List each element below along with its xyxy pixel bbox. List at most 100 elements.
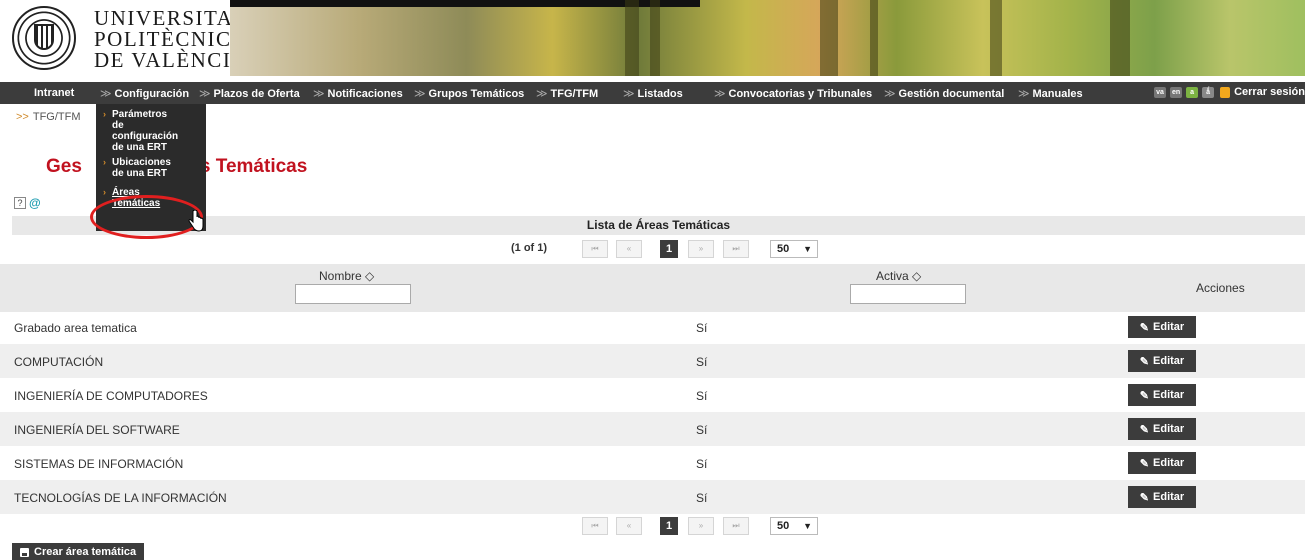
breadcrumb-arrow-icon: >> (16, 111, 29, 123)
university-logo-text[interactable]: UNIVERSITAT POLITÈCNICA DE VALÈNCIA (94, 8, 248, 71)
table-row: Grabado area tematica Sí ✎ Editar (0, 310, 1305, 344)
cell-active: Sí (696, 355, 708, 369)
cell-active: Sí (696, 321, 708, 335)
cell-active: Sí (696, 389, 708, 403)
paginator-top: (1 of 1) ⏮ « 1 » ⏭ 50 ▼ (0, 238, 1305, 260)
chevron-down-icon: ≫ (100, 88, 112, 100)
pencil-icon: ✎ (1139, 423, 1150, 436)
menu-bullet-icon: › (103, 187, 106, 197)
edit-button[interactable]: ✎ Editar (1128, 452, 1196, 474)
lock-icon (1220, 86, 1231, 98)
logo-line: DE VALÈNCIA (94, 48, 248, 72)
menu-item-ubicaciones[interactable]: › Ubicaciones de una ERT (103, 157, 206, 179)
menu-bullet-icon: › (103, 109, 106, 119)
lang-va-icon[interactable]: va (1154, 86, 1167, 98)
cell-name: INGENIERÍA DEL SOFTWARE (14, 423, 180, 437)
column-header-acciones: Acciones (1196, 281, 1245, 295)
header-banner-image (230, 0, 1305, 76)
nav-manuales[interactable]: ≫ Manuales (1018, 87, 1083, 100)
last-page-button[interactable]: ⏭ (723, 517, 749, 535)
pencil-icon: ✎ (1139, 389, 1150, 402)
edit-button[interactable]: ✎ Editar (1128, 418, 1196, 440)
menu-item-parametros-configuracion[interactable]: › Parámetros de configuración de una ERT (103, 109, 206, 153)
logo-line: POLITÈCNICA (94, 27, 249, 51)
rows-per-page-select[interactable]: 50 ▼ (770, 517, 818, 535)
page-title-start: Ges (46, 156, 82, 177)
edit-button[interactable]: ✎ Editar (1128, 486, 1196, 508)
table-header: Nombre ◇ Activa ◇ Acciones (0, 264, 1305, 312)
pencil-icon: ✎ (1139, 491, 1150, 504)
cell-name: INGENIERÍA DE COMPUTADORES (14, 389, 208, 403)
university-seal-icon[interactable] (12, 6, 76, 70)
next-page-button[interactable]: » (688, 240, 714, 258)
next-page-button[interactable]: » (688, 517, 714, 535)
edit-button[interactable]: ✎ Editar (1128, 316, 1196, 338)
cell-active: Sí (696, 457, 708, 471)
pencil-icon: ✎ (1139, 355, 1150, 368)
breadcrumb-item[interactable]: TFG/TFM (33, 111, 81, 123)
page-number-button[interactable]: 1 (660, 240, 678, 258)
table-row: INGENIERÍA DEL SOFTWARE Sí ✎ Editar (0, 412, 1305, 446)
edit-button[interactable]: ✎ Editar (1128, 350, 1196, 372)
nav-configuracion[interactable]: ≫ Configuración (100, 87, 189, 100)
edit-button[interactable]: ✎ Editar (1128, 384, 1196, 406)
caret-down-icon: ▼ (803, 521, 812, 531)
email-at-icon[interactable]: @ (29, 197, 41, 209)
table-row: COMPUTACIÓN Sí ✎ Editar (0, 344, 1305, 378)
chevron-down-icon: ≫ (714, 88, 726, 100)
nav-convocatorias-tribunales[interactable]: ≫ Convocatorias y Tribunales (714, 87, 872, 100)
chevron-down-icon: ≫ (623, 88, 635, 100)
chevron-down-icon: ≫ (313, 88, 325, 100)
chevron-down-icon: ≫ (1018, 88, 1030, 100)
chevron-down-icon: ≫ (884, 88, 896, 100)
highlight-annotation-circle (90, 195, 203, 239)
create-button-label: Crear área temática (34, 546, 137, 558)
column-header-nombre[interactable]: Nombre ◇ (319, 269, 374, 283)
nombre-filter-input[interactable] (295, 284, 411, 304)
nav-gestion-documental[interactable]: ≫ Gestión documental (884, 87, 1004, 100)
page-title-end: s Temáticas (199, 156, 308, 177)
activa-filter-input[interactable] (850, 284, 966, 304)
page-number-button[interactable]: 1 (660, 517, 678, 535)
create-area-tematica-button[interactable]: Crear área temática (12, 543, 145, 560)
nav-grupos-tematicos[interactable]: ≫ Grupos Temáticos (414, 87, 524, 100)
nav-plazos-de-oferta[interactable]: ≫ Plazos de Oferta (199, 87, 300, 100)
breadcrumb: >> TFG/TFM (16, 111, 81, 123)
cell-active: Sí (696, 423, 708, 437)
header: UNIVERSITAT POLITÈCNICA DE VALÈNCIA (0, 0, 1305, 76)
nav-intranet[interactable]: Intranet (34, 87, 74, 99)
language-and-session: va en a ǻ Cerrar sesión (1154, 86, 1305, 98)
nav-tfg-tfm[interactable]: ≫ TFG/TFM (536, 87, 598, 100)
nav-notificaciones[interactable]: ≫ Notificaciones (313, 87, 403, 100)
nav-listados[interactable]: ≫ Listados (623, 87, 683, 100)
pencil-icon: ✎ (1139, 321, 1150, 334)
logout-link[interactable]: Cerrar sesión (1234, 86, 1305, 98)
cell-name: COMPUTACIÓN (14, 355, 104, 369)
table-row: SISTEMAS DE INFORMACIÓN Sí ✎ Editar (0, 446, 1305, 480)
cell-name: SISTEMAS DE INFORMACIÓN (14, 457, 184, 471)
prev-page-button[interactable]: « (616, 517, 642, 535)
first-page-button[interactable]: ⏮ (582, 517, 608, 535)
table-row: INGENIERÍA DE COMPUTADORES Sí ✎ Editar (0, 378, 1305, 412)
page-info: (1 of 1) (511, 242, 548, 254)
prev-page-button[interactable]: « (616, 240, 642, 258)
chevron-down-icon: ≫ (536, 88, 548, 100)
cell-name: TECNOLOGÍAS DE LA INFORMACIÓN (14, 491, 227, 505)
menu-bullet-icon: › (103, 157, 106, 167)
chevron-down-icon: ≫ (414, 88, 426, 100)
save-icon (20, 547, 29, 557)
last-page-button[interactable]: ⏭ (723, 240, 749, 258)
cell-name: Grabado area tematica (14, 321, 137, 335)
paginator-bottom: ⏮ « 1 » ⏭ 50 ▼ (0, 515, 1305, 537)
column-header-activa[interactable]: Activa ◇ (876, 269, 921, 283)
logo-line: UNIVERSITAT (94, 6, 246, 30)
cell-active: Sí (696, 491, 708, 505)
accessibility-contrast-icon[interactable]: ǻ (1202, 86, 1215, 98)
pencil-icon: ✎ (1139, 457, 1150, 470)
lang-en-icon[interactable]: en (1170, 86, 1183, 98)
first-page-button[interactable]: ⏮ (582, 240, 608, 258)
accessibility-a-icon[interactable]: a (1186, 86, 1199, 98)
help-icon[interactable]: ? (14, 197, 26, 209)
help-icons: ? @ (14, 197, 41, 209)
rows-per-page-select[interactable]: 50 ▼ (770, 240, 818, 258)
